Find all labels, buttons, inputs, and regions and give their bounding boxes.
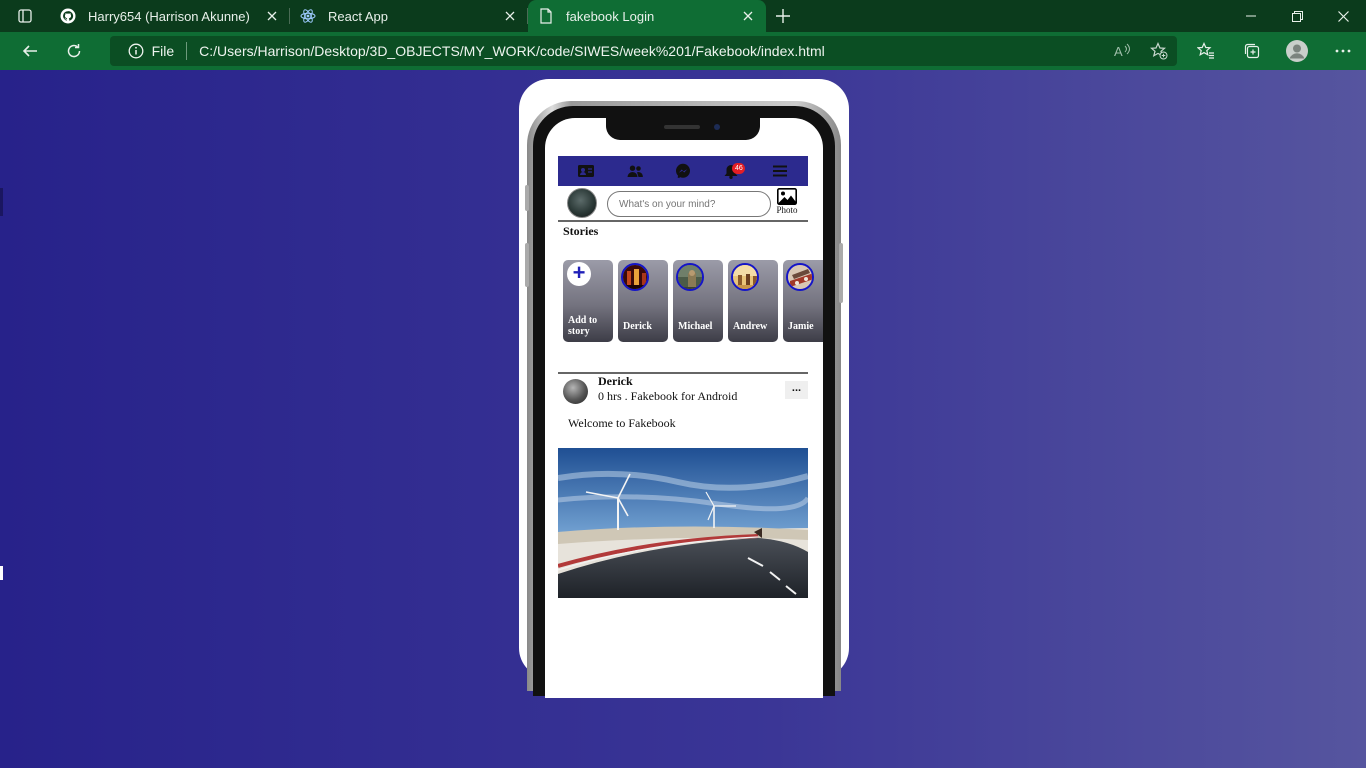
phone-bezel: 46 Photo: [533, 106, 835, 698]
refresh-button[interactable]: [52, 32, 96, 70]
post-author[interactable]: Derick: [598, 374, 633, 389]
collections-button[interactable]: [1229, 32, 1275, 70]
phone-side-button: [839, 243, 843, 303]
stories-row[interactable]: + Add to story Derick Michael Andrew Jam…: [558, 260, 823, 342]
close-icon: [1337, 10, 1349, 22]
restore-button[interactable]: [1274, 0, 1320, 32]
story-avatar: [731, 263, 759, 291]
story-card[interactable]: Andrew: [728, 260, 778, 342]
info-icon: [128, 43, 144, 59]
post-options-button[interactable]: ...: [785, 381, 808, 399]
add-story-card[interactable]: + Add to story: [563, 260, 613, 342]
react-icon: [300, 8, 316, 24]
github-icon: [60, 8, 76, 24]
notification-badge: 46: [732, 163, 746, 174]
tab-github[interactable]: Harry654 (Harrison Akunne): [50, 0, 290, 32]
divider: [186, 42, 188, 60]
front-camera: [714, 124, 720, 130]
story-card[interactable]: Derick: [618, 260, 668, 342]
browser-tab-bar: Harry654 (Harrison Akunne) React App fak…: [0, 0, 1366, 32]
settings-menu-button[interactable]: [1320, 32, 1366, 70]
tab-title: Harry654 (Harrison Akunne): [88, 8, 250, 24]
phone-notch: [606, 118, 760, 140]
svg-text:A: A: [1114, 44, 1123, 59]
profile-button[interactable]: [1274, 32, 1320, 70]
page-icon: [538, 8, 554, 24]
read-aloud-icon[interactable]: A: [1105, 36, 1141, 66]
photo-button[interactable]: Photo: [774, 188, 800, 215]
messenger-icon[interactable]: [672, 160, 694, 182]
back-arrow-icon: [22, 45, 37, 57]
close-icon[interactable]: [502, 8, 518, 24]
story-name: Michael: [678, 321, 713, 332]
fakebook-app: 46 Photo: [558, 156, 823, 598]
status-input[interactable]: [607, 191, 771, 217]
story-card[interactable]: Michael: [673, 260, 723, 342]
favorites-button[interactable]: [1183, 32, 1229, 70]
story-avatar: [786, 263, 814, 291]
more-horizontal-icon: [1335, 49, 1351, 53]
story-avatar: [676, 263, 704, 291]
new-tab-button[interactable]: [766, 0, 800, 32]
friends-icon[interactable]: [624, 160, 646, 182]
close-icon[interactable]: [264, 8, 280, 24]
post-image[interactable]: [558, 448, 808, 598]
minimize-button[interactable]: [1228, 0, 1274, 32]
restore-icon: [1291, 10, 1303, 22]
plus-icon: [776, 9, 790, 23]
tab-react-app[interactable]: React App: [290, 0, 528, 32]
tab-actions-button[interactable]: [0, 0, 50, 32]
refresh-icon: [67, 44, 80, 58]
avatar[interactable]: [563, 379, 588, 404]
story-card[interactable]: Jamie: [783, 260, 823, 342]
url-text[interactable]: C:/Users/Harrison/Desktop/3D_OBJECTS/MY_…: [199, 43, 1105, 59]
bell-icon[interactable]: 46: [720, 160, 746, 182]
favorites-icon: [1196, 42, 1214, 59]
image-icon: [777, 188, 797, 205]
tab-title: React App: [328, 8, 388, 24]
phone-side-button: [525, 243, 529, 287]
browser-toolbar: File C:/Users/Harrison/Desktop/3D_OBJECT…: [0, 32, 1366, 70]
avatar[interactable]: [567, 188, 597, 218]
speaker-grille: [664, 125, 700, 129]
tab-actions-icon: [18, 9, 32, 23]
page-viewport: 46 Photo: [0, 70, 1366, 768]
id-card-icon[interactable]: [575, 160, 597, 182]
site-info-button[interactable]: File: [128, 43, 175, 59]
app-nav-bar: 46: [558, 156, 808, 186]
phone-frame: 46 Photo: [525, 101, 843, 698]
file-label: File: [151, 43, 175, 59]
stories-heading: Stories: [563, 224, 599, 238]
profile-avatar-icon: [1286, 40, 1309, 62]
back-button[interactable]: [8, 32, 52, 70]
photo-label: Photo: [776, 205, 798, 215]
story-avatar: [621, 263, 649, 291]
add-favorite-icon[interactable]: [1141, 36, 1177, 66]
tab-fakebook-login[interactable]: fakebook Login: [528, 0, 766, 32]
phone-screen: 46 Photo: [545, 118, 823, 698]
story-label: Add to story: [568, 315, 598, 337]
edge-marker: [0, 566, 3, 580]
window-controls: [1228, 0, 1366, 32]
phone-card: 46 Photo: [519, 79, 849, 698]
address-bar[interactable]: File C:/Users/Harrison/Desktop/3D_OBJECT…: [109, 36, 1177, 66]
phone-side-button: [525, 185, 529, 211]
close-window-button[interactable]: [1320, 0, 1366, 32]
feed-post: Derick 0 hrs . Fakebook for Android ... …: [558, 372, 808, 598]
collections-icon: [1244, 43, 1259, 59]
minimize-icon: [1246, 15, 1256, 17]
story-name: Andrew: [733, 321, 768, 332]
post-meta: 0 hrs . Fakebook for Android: [598, 389, 738, 403]
close-icon[interactable]: [740, 8, 756, 24]
edge-marker: [0, 188, 3, 216]
plus-icon: +: [567, 262, 591, 286]
post-composer: Photo: [558, 186, 808, 222]
story-name: Derick: [623, 321, 652, 332]
tab-title: fakebook Login: [566, 8, 655, 24]
story-name: Jamie: [788, 321, 814, 332]
menu-icon[interactable]: [769, 160, 791, 182]
post-text: Welcome to Fakebook: [568, 416, 676, 430]
